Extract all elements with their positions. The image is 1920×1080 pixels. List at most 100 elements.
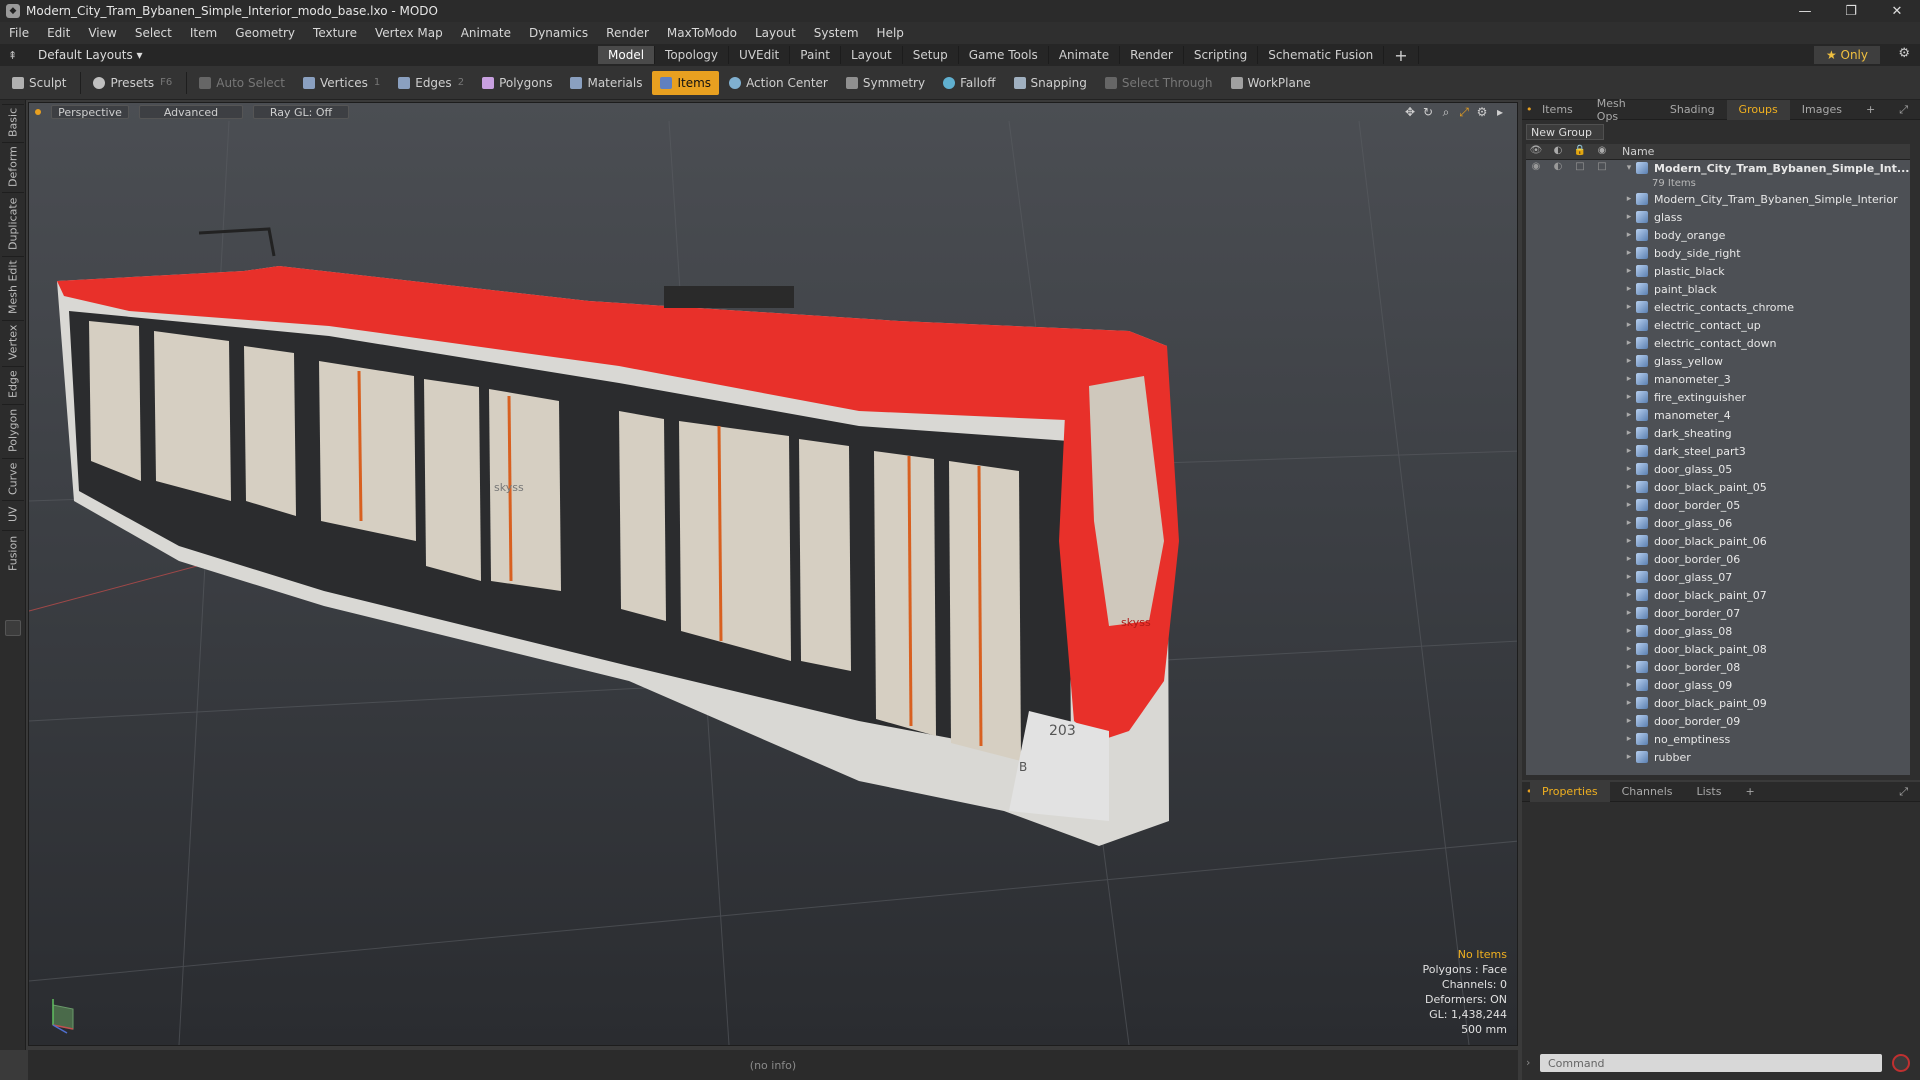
expand-icon[interactable]: ▸ bbox=[1622, 752, 1636, 762]
name-column-header[interactable]: Name bbox=[1622, 145, 1654, 158]
close-button[interactable]: ✕ bbox=[1874, 0, 1920, 22]
expand-icon[interactable]: ▸ bbox=[1622, 536, 1636, 546]
tab-mesh-ops[interactable]: Mesh Ops bbox=[1585, 97, 1658, 123]
menu-geometry[interactable]: Geometry bbox=[226, 26, 304, 40]
expand-icon[interactable]: ▸ bbox=[1622, 266, 1636, 276]
tab-shading[interactable]: Shading bbox=[1658, 100, 1727, 120]
symmetry-button[interactable]: Symmetry bbox=[838, 71, 933, 95]
tab-setup[interactable]: Setup bbox=[903, 46, 959, 64]
lock-icon[interactable]: □ bbox=[1570, 161, 1590, 175]
expand-icon[interactable]: ▸ bbox=[1622, 482, 1636, 492]
expand-icon[interactable]: ▸ bbox=[1622, 554, 1636, 564]
menu-vertex-map[interactable]: Vertex Map bbox=[366, 26, 452, 40]
expand-icon[interactable]: ▸ bbox=[1622, 194, 1636, 204]
tab-scripting[interactable]: Scripting bbox=[1184, 46, 1259, 64]
group-item-row[interactable]: ▸ door_black_paint_09 bbox=[1526, 694, 1910, 712]
menu-help[interactable]: Help bbox=[868, 26, 913, 40]
group-item-row[interactable]: ▸ door_border_09 bbox=[1526, 712, 1910, 730]
menu-layout[interactable]: Layout bbox=[746, 26, 805, 40]
edges-button[interactable]: Edges 2 bbox=[390, 71, 472, 95]
falloff-button[interactable]: Falloff bbox=[935, 71, 1003, 95]
tab-uvedit[interactable]: UVEdit bbox=[729, 46, 791, 64]
group-item-row[interactable]: ▸ electric_contact_up bbox=[1526, 316, 1910, 334]
command-record-button[interactable] bbox=[1892, 1054, 1910, 1072]
render-icon[interactable]: ◐ bbox=[1548, 161, 1568, 175]
expand-icon[interactable]: ▸ bbox=[1622, 248, 1636, 258]
expand-icon[interactable]: ▸ bbox=[1622, 590, 1636, 600]
vtab-mesh-edit[interactable]: Mesh Edit bbox=[2, 256, 24, 318]
menu-file[interactable]: File bbox=[0, 26, 38, 40]
tool-palette-toggle[interactable] bbox=[5, 620, 21, 636]
expand-icon[interactable]: ▸ bbox=[1622, 644, 1636, 654]
materials-button[interactable]: Materials bbox=[562, 71, 650, 95]
group-item-row[interactable]: ▸ door_glass_05 bbox=[1526, 460, 1910, 478]
vtab-polygon[interactable]: Polygon bbox=[2, 404, 24, 456]
expand-icon[interactable]: ▸ bbox=[1622, 698, 1636, 708]
tab-groups[interactable]: Groups bbox=[1726, 99, 1790, 120]
fit-view-icon[interactable]: ⤢ bbox=[1455, 105, 1473, 120]
tab-channels[interactable]: Channels bbox=[1610, 782, 1685, 802]
lock-column-icon[interactable]: 🔒 bbox=[1570, 145, 1590, 159]
group-item-row[interactable]: ▸ glass_yellow bbox=[1526, 352, 1910, 370]
menu-select[interactable]: Select bbox=[126, 26, 181, 40]
expand-icon[interactable]: ▸ bbox=[1622, 500, 1636, 510]
menu-texture[interactable]: Texture bbox=[304, 26, 366, 40]
maximize-button[interactable]: ❐ bbox=[1828, 0, 1874, 22]
group-item-row[interactable]: ▸ door_black_paint_07 bbox=[1526, 586, 1910, 604]
tab-render[interactable]: Render bbox=[1120, 46, 1184, 64]
add-panel-tab-icon[interactable]: + bbox=[1854, 100, 1887, 120]
vtab-fusion[interactable]: Fusion bbox=[2, 530, 24, 576]
expand-icon[interactable]: ▸ bbox=[1622, 464, 1636, 474]
tab-items[interactable]: Items bbox=[1530, 100, 1585, 120]
group-item-row[interactable]: ▸ paint_black bbox=[1526, 280, 1910, 298]
tab-paint[interactable]: Paint bbox=[790, 46, 841, 64]
expand-icon[interactable]: ▸ bbox=[1622, 392, 1636, 402]
tab-model[interactable]: Model bbox=[598, 46, 656, 64]
vtab-vertex[interactable]: Vertex bbox=[2, 320, 24, 364]
auto-select-button[interactable]: Auto Select bbox=[191, 71, 293, 95]
expand-icon[interactable]: ▸ bbox=[1622, 374, 1636, 384]
minimize-button[interactable]: — bbox=[1782, 0, 1828, 22]
panel-expand-icon[interactable]: ⤢ bbox=[1887, 100, 1920, 120]
tab-properties[interactable]: Properties bbox=[1530, 781, 1610, 802]
menu-edit[interactable]: Edit bbox=[38, 26, 79, 40]
group-item-row[interactable]: ▸ manometer_3 bbox=[1526, 370, 1910, 388]
group-item-row[interactable]: ▸ door_glass_07 bbox=[1526, 568, 1910, 586]
ray-gl-button[interactable]: Ray GL: Off bbox=[253, 105, 349, 119]
group-item-row[interactable]: ▸ body_side_right bbox=[1526, 244, 1910, 262]
rotate-view-icon[interactable]: ↻ bbox=[1419, 105, 1437, 120]
expand-icon[interactable]: ▸ bbox=[1622, 734, 1636, 744]
group-item-row[interactable]: ▸ door_border_08 bbox=[1526, 658, 1910, 676]
vtab-deform[interactable]: Deform bbox=[2, 142, 24, 190]
command-input[interactable]: Command bbox=[1540, 1054, 1882, 1072]
eye-icon[interactable]: ◉ bbox=[1526, 161, 1546, 175]
3d-viewport[interactable]: Perspective Advanced Ray GL: Off ✥ ↻ ⌕ ⤢… bbox=[28, 102, 1518, 1046]
group-item-row[interactable]: ▸ electric_contact_down bbox=[1526, 334, 1910, 352]
group-item-row[interactable]: ▸ door_black_paint_08 bbox=[1526, 640, 1910, 658]
menu-system[interactable]: System bbox=[805, 26, 868, 40]
tab-schematic-fusion[interactable]: Schematic Fusion bbox=[1258, 46, 1385, 64]
tab-game-tools[interactable]: Game Tools bbox=[959, 46, 1049, 64]
presets-button[interactable]: Presets F6 bbox=[85, 71, 180, 95]
only-toggle[interactable]: ★ Only bbox=[1813, 46, 1880, 64]
menu-animate[interactable]: Animate bbox=[452, 26, 520, 40]
expand-icon[interactable]: ▸ bbox=[1622, 302, 1636, 312]
viewport-settings-icon[interactable]: ⚙ bbox=[1473, 105, 1491, 120]
add-layout-tab-button[interactable]: + bbox=[1384, 46, 1419, 65]
expand-icon[interactable]: ▸ bbox=[1622, 518, 1636, 528]
menu-dynamics[interactable]: Dynamics bbox=[520, 26, 597, 40]
expand-icon[interactable]: ▸ bbox=[1622, 338, 1636, 348]
tab-images[interactable]: Images bbox=[1790, 100, 1854, 120]
expand-icon[interactable]: ▸ bbox=[1622, 212, 1636, 222]
group-item-row[interactable]: ▸ rubber bbox=[1526, 748, 1910, 766]
group-item-row[interactable]: ▸ door_glass_06 bbox=[1526, 514, 1910, 532]
group-item-row[interactable]: ▸ fire_extinguisher bbox=[1526, 388, 1910, 406]
expand-icon[interactable]: ▸ bbox=[1622, 320, 1636, 330]
group-item-row[interactable]: ▸ door_glass_08 bbox=[1526, 622, 1910, 640]
group-item-row[interactable]: ▸ electric_contacts_chrome bbox=[1526, 298, 1910, 316]
render-column-icon[interactable]: ◐ bbox=[1548, 145, 1568, 159]
expand-icon[interactable]: ▸ bbox=[1622, 626, 1636, 636]
panel-menu-dot[interactable]: • bbox=[1522, 782, 1533, 802]
advanced-shading-button[interactable]: Advanced bbox=[139, 105, 243, 119]
layout-preset-dropdown[interactable]: Default Layouts ▾ bbox=[38, 48, 598, 62]
